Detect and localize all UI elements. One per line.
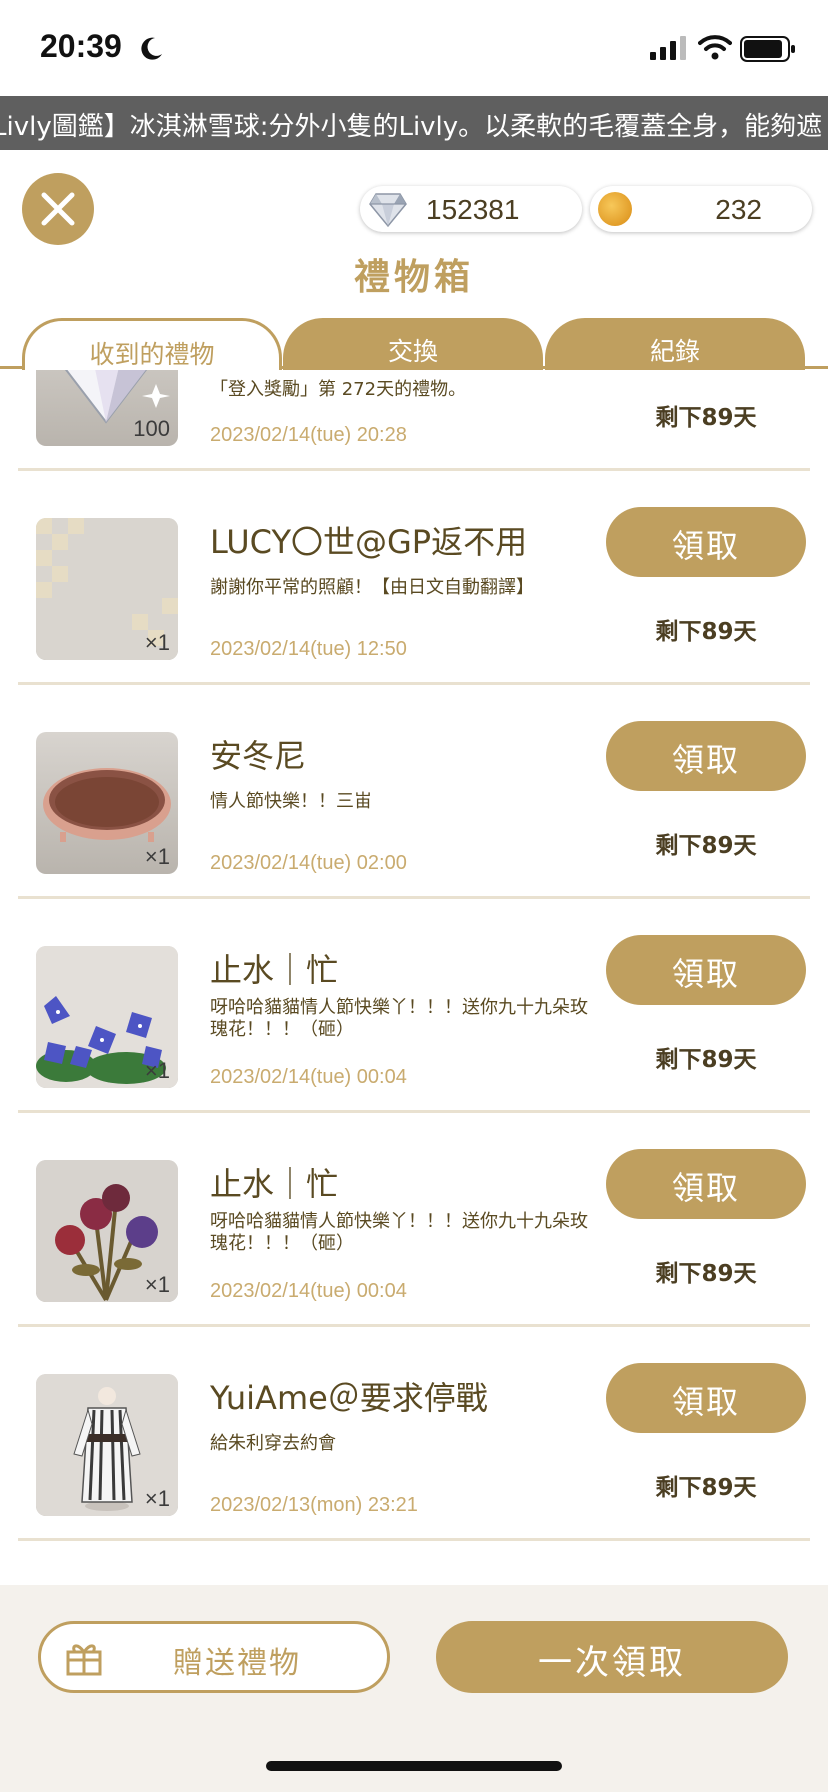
moon-icon [141,37,162,60]
gift-date: 2023/02/14(tue) 12:50 [210,638,407,660]
days-remaining: 剩下89天 [655,1475,757,1501]
gift-count: ×1 [144,1058,170,1083]
gift-message: 呀哈哈貓貓情人節快樂丫！！！送你九十九朵玫瑰花！！！（砸） [210,1211,588,1254]
gift-row: ×1 安冬尼 情人節快樂！！三峀 2023/02/14(tue) 02:00 領… [0,685,828,899]
status-time: 20:39 [40,28,122,64]
footer-bar: 贈送禮物 一次領取 [0,1585,828,1792]
gift-thumbnail[interactable]: ×1 [36,518,178,660]
page-title: 禮物箱 [353,257,474,298]
gem-count: 152381 [426,194,520,225]
claim-button[interactable]: 領取 [606,507,806,577]
days-remaining: 剩下89天 [655,619,757,645]
gift-row: ×1 止水｜忙 呀哈哈貓貓情人節快樂丫！！！送你九十九朵玫瑰花！！！（砸） 20… [0,1113,828,1327]
gem-icon [369,193,407,228]
gift-thumbnail[interactable]: ×1 [36,946,178,1088]
gift-message: 給朱利穿去約會 [210,1433,336,1454]
days-remaining: 剩下89天 [655,405,757,431]
gift-count: ×1 [144,1486,170,1511]
gift-message: 情人節快樂！！三峀 [210,791,372,812]
gift-count: ×1 [144,630,170,655]
gift-thumbnail[interactable]: ×1 [36,732,178,874]
coin-balance[interactable]: 232 [590,186,812,232]
gift-message: 呀哈哈貓貓情人節快樂丫！！！送你九十九朵玫瑰花！！！（砸） [210,997,588,1040]
coin-count: 232 [715,194,762,225]
gift-sender: 止水｜忙 [210,951,339,989]
gift-icon [66,1644,102,1676]
gift-sender: 安冬尼 [210,737,307,775]
gift-message: 「登入獎勵」第 272天的禮物。 [210,379,467,400]
gift-row: ×1 LUCY〇世@GP返不用 謝謝你平常的照顧！【由日文自動翻譯】 2023/… [0,471,828,685]
send-gift-label: 贈送禮物 [173,1646,301,1681]
tab-exchange[interactable]: 交換 [283,318,543,370]
gift-thumbnail[interactable]: 100 [36,369,178,446]
claim-button[interactable]: 領取 [606,935,806,1005]
gift-date: 2023/02/14(tue) 20:28 [210,424,407,446]
gift-count: 100 [133,416,170,441]
tab-history[interactable]: 紀錄 [545,318,805,370]
gift-list[interactable]: 100 「登入獎勵」第 272天的禮物。 2023/02/14(tue) 20:… [0,369,828,1585]
gift-count: ×1 [144,1272,170,1297]
home-indicator[interactable] [266,1761,562,1771]
gift-sender: YuiAme＠要求停戰 [210,1379,488,1417]
news-ticker[interactable]: Livly圖鑑】冰淇淋雪球:分外小隻的Livly。以柔軟的毛覆蓋全身，能夠遮 [0,96,828,150]
coin-icon [598,192,632,226]
status-bar: 20:39 [0,0,828,96]
claim-button[interactable]: 領取 [606,1363,806,1433]
gift-sender: 止水｜忙 [210,1165,339,1203]
close-button[interactable] [22,173,94,245]
signal-icon [650,36,686,60]
wifi-icon [698,35,732,60]
claim-button[interactable]: 領取 [606,1149,806,1219]
ticker-text: Livly圖鑑】冰淇淋雪球:分外小隻的Livly。以柔軟的毛覆蓋全身，能夠遮 [0,112,823,142]
days-remaining: 剩下89天 [655,833,757,859]
claim-button[interactable]: 領取 [606,721,806,791]
gift-thumbnail[interactable]: ×1 [36,1374,178,1516]
send-gift-button[interactable]: 贈送禮物 [38,1621,390,1693]
gift-count: ×1 [144,844,170,869]
row-divider [18,1538,810,1541]
gift-date: 2023/02/14(tue) 02:00 [210,852,407,874]
days-remaining: 剩下89天 [655,1047,757,1073]
battery-icon [740,36,795,62]
gift-thumbnail[interactable]: ×1 [36,1160,178,1302]
claim-all-button[interactable]: 一次領取 [436,1621,788,1693]
gift-row: 100 「登入獎勵」第 272天的禮物。 2023/02/14(tue) 20:… [0,369,828,471]
gift-row: ×1 YuiAme＠要求停戰 給朱利穿去約會 2023/02/13(mon) 2… [0,1327,828,1541]
gift-message: 謝謝你平常的照顧！【由日文自動翻譯】 [210,577,534,598]
gift-date: 2023/02/13(mon) 23:21 [210,1494,418,1516]
tab-received-gifts[interactable]: 收到的禮物 [22,318,282,370]
close-icon [41,192,75,226]
gift-date: 2023/02/14(tue) 00:04 [210,1280,407,1302]
days-remaining: 剩下89天 [655,1261,757,1287]
claim-all-label: 一次領取 [538,1643,686,1683]
gem-balance[interactable]: 152381 [360,186,582,232]
gift-date: 2023/02/14(tue) 00:04 [210,1066,407,1088]
gift-row: ×1 止水｜忙 呀哈哈貓貓情人節快樂丫！！！送你九十九朵玫瑰花！！！（砸） 20… [0,899,828,1113]
gift-sender: LUCY〇世@GP返不用 [210,523,528,561]
